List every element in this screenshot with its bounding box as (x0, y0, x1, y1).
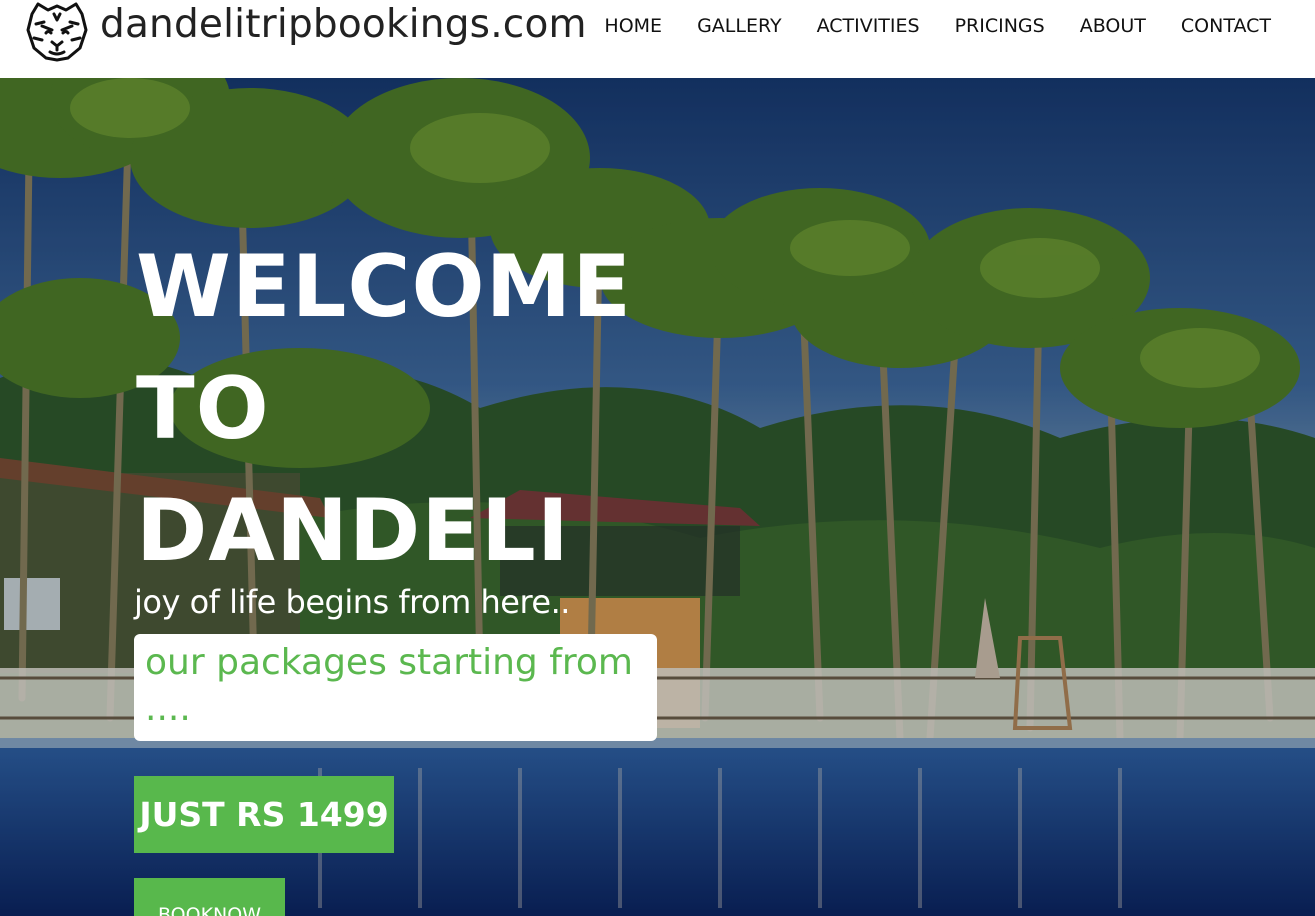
book-now-button[interactable]: BOOKNOW (134, 878, 285, 916)
price-button[interactable]: JUST RS 1499 (134, 776, 394, 853)
package-text: our packages starting from .... (145, 642, 634, 729)
main-nav: HOME GALLERY ACTIVITIES PRICINGS ABOUT C… (569, 14, 1271, 38)
hero-title: WELCOME TO DANDELI (136, 226, 632, 592)
nav-gallery[interactable]: GALLERY (697, 14, 782, 38)
hero-title-line: WELCOME (136, 237, 632, 337)
site-header: dandelitripbookings.com HOME GALLERY ACT… (0, 0, 1315, 78)
hero-title-line: TO (136, 359, 270, 459)
nav-pricings[interactable]: PRICINGS (955, 14, 1045, 38)
nav-home[interactable]: HOME (604, 14, 662, 38)
hero-section: WELCOME TO DANDELI joy of life begins fr… (0, 78, 1315, 916)
tiger-head-icon[interactable] (24, 0, 90, 62)
nav-contact[interactable]: CONTACT (1181, 14, 1271, 38)
package-info-box: our packages starting from .... (134, 634, 657, 741)
nav-about[interactable]: ABOUT (1080, 14, 1146, 38)
hero-title-line: DANDELI (136, 481, 570, 581)
nav-activities[interactable]: ACTIVITIES (817, 14, 920, 38)
hero-tagline: joy of life begins from here.. (134, 583, 570, 621)
site-name[interactable]: dandelitripbookings.com (100, 2, 587, 48)
